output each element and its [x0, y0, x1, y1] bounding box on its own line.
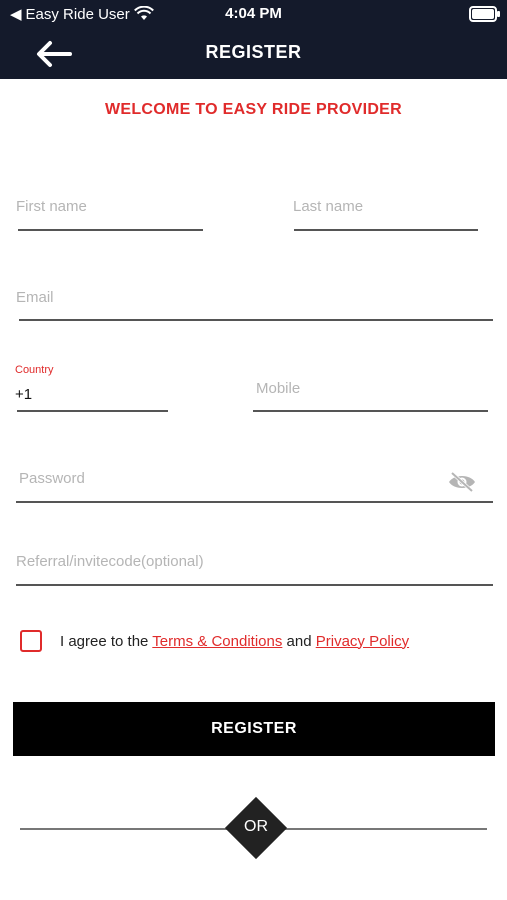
agreement-row: I agree to the Terms & Conditions and Pr… — [20, 630, 409, 652]
email-placeholder: Email — [16, 289, 54, 306]
country-code-field[interactable]: Country +1 — [15, 362, 168, 414]
mobile-field[interactable]: Mobile — [253, 377, 488, 415]
mobile-placeholder: Mobile — [256, 380, 301, 397]
password-placeholder: Password — [19, 470, 85, 487]
terms-link[interactable]: Terms & Conditions — [152, 633, 282, 650]
agreement-text: I agree to the Terms & Conditions and Pr… — [60, 633, 409, 650]
agreement-prefix: I agree to the — [60, 632, 153, 650]
last-name-underline — [294, 229, 478, 231]
page-title: REGISTER — [205, 42, 302, 62]
email-underline — [19, 319, 493, 321]
privacy-link[interactable]: Privacy Policy — [316, 633, 409, 650]
agree-checkbox[interactable] — [20, 630, 42, 652]
battery-icon — [469, 6, 500, 22]
last-name-placeholder: Last name — [293, 198, 364, 215]
referral-underline — [16, 584, 493, 586]
last-name-field[interactable]: Last name — [292, 195, 478, 233]
country-underline — [17, 410, 168, 412]
email-field[interactable]: Email — [16, 285, 493, 323]
password-field[interactable]: Password — [16, 467, 493, 505]
first-name-placeholder: First name — [16, 198, 87, 215]
or-label: OR — [244, 818, 268, 835]
first-name-field[interactable]: First name — [16, 195, 203, 233]
first-name-underline — [18, 229, 203, 231]
mobile-underline — [253, 410, 488, 412]
register-button[interactable]: REGISTER — [13, 702, 495, 756]
country-label: Country — [15, 364, 54, 376]
referral-placeholder: Referral/invitecode(optional) — [16, 553, 204, 570]
password-underline — [16, 501, 493, 503]
agreement-middle: and — [282, 632, 316, 650]
country-code-value: +1 — [15, 386, 33, 403]
status-time: 4:04 PM — [225, 5, 282, 22]
eye-off-icon[interactable] — [447, 470, 477, 494]
referral-code-field[interactable]: Referral/invitecode(optional) — [16, 550, 493, 588]
top-bar: ◀ Easy Ride User 4:04 PM REGISTER — [0, 0, 507, 79]
welcome-heading: WELCOME TO EASY RIDE PROVIDER — [104, 101, 403, 118]
